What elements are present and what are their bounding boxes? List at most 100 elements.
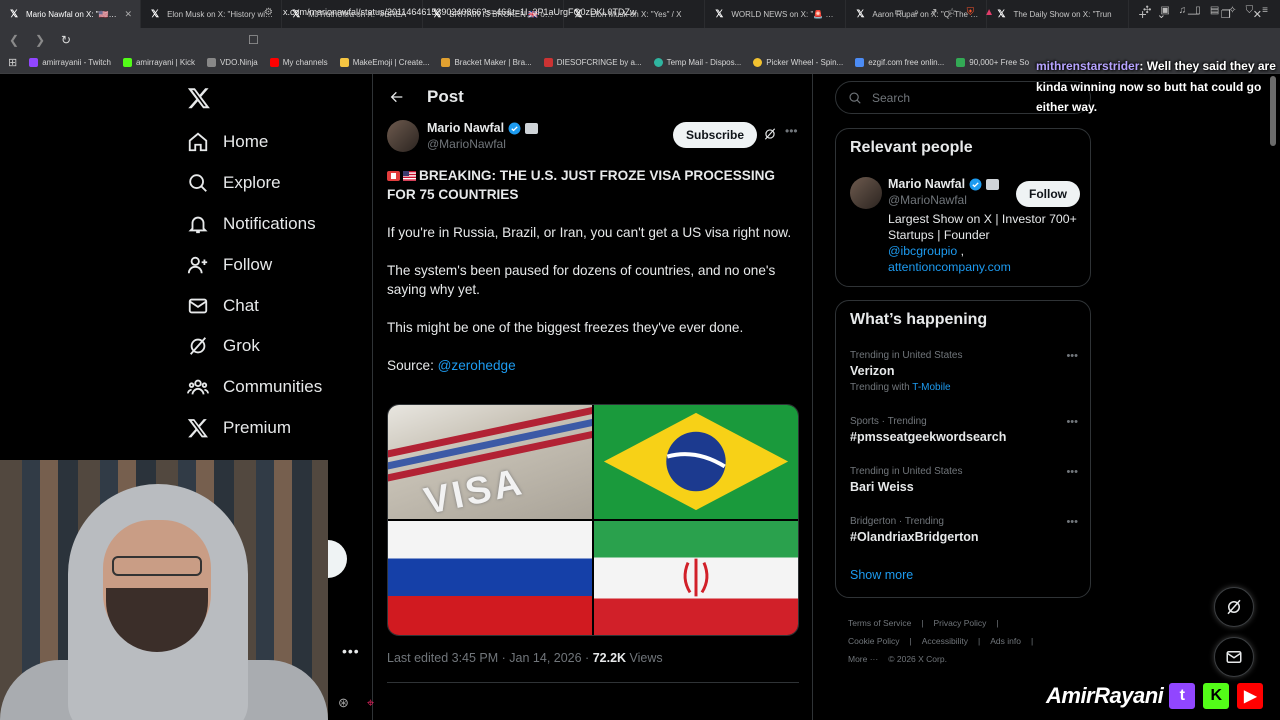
bio-link[interactable]: @ibcgroupio (888, 244, 957, 258)
bookmark-item[interactable]: Temp Mail - Dispos... (653, 58, 741, 67)
close-tab-icon[interactable]: ✕ (125, 9, 133, 20)
more-options-icon[interactable]: ••• (1066, 516, 1078, 528)
wallet-icon[interactable]: ▤ (1210, 5, 1219, 16)
bookmark-icon[interactable]: ☐ (248, 33, 259, 47)
screenshot-icon[interactable]: ▣ (1160, 5, 1169, 16)
zoom-icon[interactable]: ⌕ (914, 7, 920, 18)
x-logo-icon[interactable] (187, 86, 211, 110)
iran-emblem-graphic (683, 558, 709, 597)
menu-icon[interactable]: ≡ (1262, 5, 1268, 16)
post-media-grid[interactable]: VISA (387, 404, 799, 636)
more-options-icon[interactable]: ••• (1066, 416, 1078, 428)
reload-icon[interactable]: ↻ (60, 33, 72, 47)
nav-communities[interactable]: Communities (187, 367, 322, 408)
more-options-icon[interactable]: ••• (785, 124, 798, 138)
forward-icon[interactable]: ❯ (34, 33, 46, 47)
person-bio: Largest Show on X | Investor 700+ Startu… (888, 212, 1077, 274)
trend-item[interactable]: Sports · Trending #pmsseatgeekwordsearch… (850, 416, 1080, 444)
bookmark-item[interactable]: ezgif.com free onlin... (855, 58, 944, 67)
nav-premium[interactable]: Premium (187, 408, 322, 449)
more-options-icon[interactable]: ••• (1066, 466, 1078, 478)
x-favicon-icon: 𝕏 (151, 8, 160, 20)
star-icon[interactable]: ☆ (948, 7, 957, 18)
avatar[interactable] (850, 177, 882, 209)
brave-shield-icon[interactable]: ⛨ (967, 7, 975, 18)
bottom-toolbar: ⊛ ⌖ (338, 695, 374, 711)
vdo-icon (206, 58, 216, 67)
bookmark-item[interactable]: VDO.Ninja (206, 58, 258, 67)
footer-link[interactable]: Accessibility (922, 636, 968, 646)
bookmark-item[interactable]: My channels (269, 58, 328, 67)
grok-floating-button[interactable] (1214, 587, 1254, 627)
settings-icon[interactable]: ⊛ (338, 695, 349, 711)
bio-link[interactable]: attentioncompany.com (888, 260, 1011, 274)
back-arrow-icon[interactable] (389, 89, 405, 105)
trend-link[interactable]: T-Mobile (912, 382, 950, 393)
visa-image[interactable]: VISA (388, 405, 592, 519)
footer-link[interactable]: More ··· (848, 654, 878, 664)
subscribe-button[interactable]: Subscribe (673, 122, 758, 148)
wheel-icon (753, 58, 763, 67)
trend-item[interactable]: Trending in United States Bari Weiss ••• (850, 466, 1080, 494)
relevant-people-card: Relevant people Mario Nawfal @MarioNawfa… (835, 128, 1091, 287)
browser-tab[interactable]: 𝕏 Mario Nawfal on X: "🇺🇸 us ✕ (0, 0, 142, 28)
x-icon (187, 419, 208, 438)
footer-link[interactable]: Cookie Policy (848, 636, 900, 646)
location-icon[interactable]: ⌖ (367, 695, 374, 711)
bookmark-item[interactable]: amirrayanii - Twitch (29, 58, 111, 67)
avatar[interactable] (387, 120, 419, 152)
brazil-flag-image[interactable] (594, 405, 798, 519)
nav-home[interactable]: Home (187, 122, 322, 163)
nav-notifications[interactable]: Notifications (187, 204, 322, 245)
bookmark-item[interactable]: 90,000+ Free So (956, 58, 1029, 67)
sidebar-icon[interactable]: ▯ (1195, 5, 1201, 16)
grok-icon[interactable] (763, 127, 777, 141)
site-info-icon[interactable]: ⚙ (264, 7, 273, 18)
sound-icon (956, 58, 966, 67)
share-icon[interactable]: ↗ (929, 7, 937, 18)
rewards-icon[interactable]: ▲ (984, 7, 994, 18)
bookmark-item[interactable]: Bracket Maker | Bra... (441, 58, 532, 67)
leo-icon[interactable]: ✧ (1228, 5, 1236, 16)
source-link[interactable]: @zerohedge (438, 358, 516, 373)
affiliate-badge-icon (525, 122, 539, 134)
webcam-overlay (0, 460, 328, 720)
apps-grid-icon[interactable]: ⊞ (8, 56, 17, 69)
page-title: Post (427, 87, 464, 106)
footer-link[interactable]: Privacy Policy (934, 618, 987, 628)
trend-item[interactable]: Trending in United States Verizon Trendi… (850, 350, 1080, 393)
nav-follow[interactable]: Follow (187, 244, 322, 285)
more-options-icon[interactable]: ••• (1066, 350, 1078, 362)
nav-chat[interactable]: Chat (187, 285, 322, 326)
russia-flag-image[interactable] (388, 521, 592, 635)
nav-grok[interactable]: Grok (187, 326, 322, 367)
bookmark-item[interactable]: DIESOFCRINGE by a... (543, 58, 642, 67)
show-more-link[interactable]: Show more (850, 568, 913, 582)
follow-button[interactable]: Follow (1016, 181, 1080, 207)
communities-icon (187, 379, 209, 395)
trend-item[interactable]: Bridgerton · Trending #OlandriaxBridgert… (850, 516, 1080, 544)
back-icon[interactable]: ❮ (8, 33, 20, 47)
nav-explore[interactable]: Explore (187, 163, 322, 204)
post-author[interactable]: Mario Nawfal @MarioNawfal (387, 120, 539, 152)
browser-tab[interactable]: 𝕏 The Daily Show on X: "Trun (987, 0, 1129, 28)
vpn-icon[interactable]: ⛉ (1246, 5, 1254, 16)
more-dots-icon[interactable]: ••• (342, 643, 360, 659)
bookmark-item[interactable]: MakeEmoji | Create... (339, 58, 429, 67)
browser-tab[interactable]: 𝕏 Elon Musk on X: "History will n (141, 0, 283, 28)
install-icon[interactable]: ▭ (894, 7, 903, 18)
messages-floating-button[interactable] (1214, 637, 1254, 677)
footer-link[interactable]: Ads info (990, 636, 1021, 646)
url-bar[interactable]: ⚙ x.com/marionawfal/status/2011464615390… (264, 3, 994, 21)
grok-icon (1227, 599, 1241, 615)
main-column: Post Mario Nawfal @MarioNawfal Subscribe… (372, 74, 813, 720)
extension-puzzle-icon[interactable]: ✣ (1143, 5, 1151, 16)
bookmark-item[interactable]: amirrayani | Kick (122, 58, 195, 67)
search-icon (189, 174, 207, 193)
affiliate-badge-icon (986, 178, 1000, 190)
twitch-icon (29, 58, 39, 67)
footer-link[interactable]: Terms of Service (848, 618, 911, 628)
iran-flag-image[interactable] (594, 521, 798, 635)
bookmark-item[interactable]: Picker Wheel - Spin... (753, 58, 843, 67)
music-icon[interactable]: ♫ (1179, 5, 1187, 16)
